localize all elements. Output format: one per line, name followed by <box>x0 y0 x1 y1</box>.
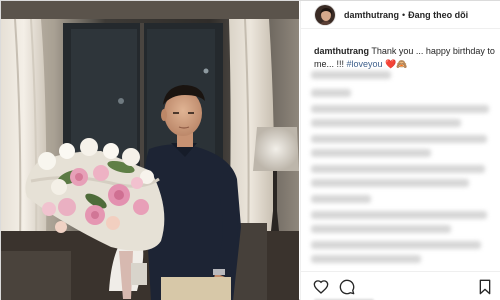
post-username[interactable]: damthutrang <box>344 10 399 20</box>
post-caption: damthutrang Thank you ... happy birthday… <box>314 45 498 71</box>
avatar[interactable] <box>314 3 336 26</box>
blurred-comment-line <box>311 105 489 113</box>
instagram-post: damthutrang • Đang theo dõi damthutrang … <box>0 0 500 300</box>
caption-username[interactable]: damthutrang <box>314 46 369 56</box>
following-button[interactable]: Đang theo dõi <box>408 10 468 20</box>
blurred-comment-line <box>311 241 481 249</box>
heart-icon[interactable] <box>313 279 329 295</box>
blurred-comment-line <box>311 149 431 157</box>
blurred-comment-line <box>311 119 461 127</box>
blurred-comment-line <box>311 165 485 173</box>
caption-hashtag[interactable]: #loveyou <box>347 59 383 69</box>
post-actions <box>301 271 500 300</box>
post-sidebar: damthutrang • Đang theo dõi damthutrang … <box>300 1 500 300</box>
post-photo-image <box>1 1 299 300</box>
post-photo[interactable] <box>1 1 299 300</box>
comment-icon[interactable] <box>339 279 355 295</box>
blurred-comment-line <box>311 195 371 203</box>
post-header: damthutrang • Đang theo dõi <box>301 1 500 29</box>
blurred-comment-line <box>311 225 451 233</box>
blurred-comment-line <box>311 211 487 219</box>
blurred-comment-line <box>311 89 351 97</box>
blurred-comment-line <box>311 135 487 143</box>
bookmark-icon[interactable] <box>477 279 493 295</box>
caption-emoji: ❤️🙈 <box>382 59 408 69</box>
blurred-comment-line <box>311 255 421 263</box>
header-separator: • <box>402 9 406 20</box>
blurred-comment-line <box>311 179 469 187</box>
blurred-comments <box>311 71 497 269</box>
blurred-comment-line <box>311 71 391 79</box>
avatar-image <box>315 4 335 25</box>
